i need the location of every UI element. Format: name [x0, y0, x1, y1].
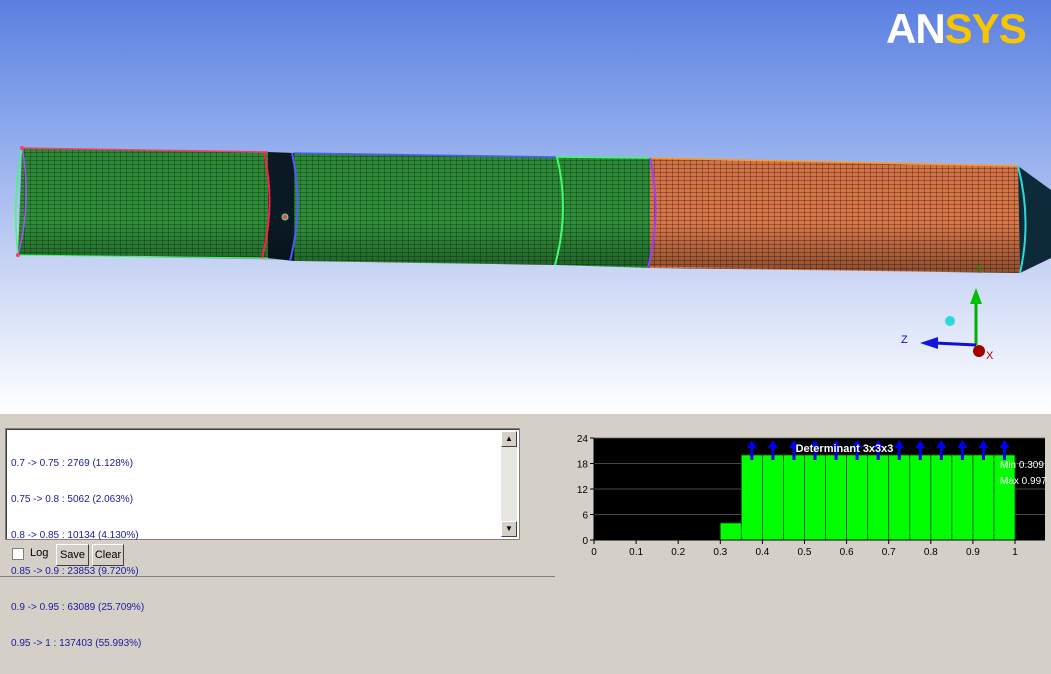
histogram-bar[interactable] — [804, 454, 826, 541]
histogram-bar[interactable] — [825, 454, 847, 541]
log-line: 0.75 -> 0.8 : 5062 (2.063%) — [11, 494, 134, 505]
scroll-up-button[interactable]: ▲ — [501, 431, 517, 447]
histogram-bar[interactable] — [719, 522, 742, 541]
ansys-logo: ANSYS — [886, 4, 1027, 54]
x-tick-label: 0.7 — [882, 547, 896, 558]
log-text-panel[interactable]: 0.7 -> 0.75 : 2769 (1.128%) 0.75 -> 0.8 … — [5, 428, 520, 649]
histogram-panel[interactable]: 0 6 12 18 24 0 0.1 0.2 0.3 0.4 0.5 0.6 0.7 0.8 0.9 1 Det… — [555, 428, 1051, 583]
log-line: 0.7 -> 0.75 : 2769 (1.128%) — [11, 458, 134, 469]
chart-title: Determinant 3x3x3 — [796, 443, 894, 455]
log-checkbox-label: Log — [30, 547, 49, 559]
status-separator — [0, 576, 555, 577]
histogram-bar[interactable] — [972, 454, 995, 541]
histogram-bar[interactable] — [761, 454, 784, 541]
triad-y-label: Y — [976, 264, 984, 276]
histogram-chart[interactable]: 0 6 12 18 24 0 0.1 0.2 0.3 0.4 0.5 0.6 0.7 0.8 0.9 1 Det… — [555, 428, 1051, 583]
y-tick-label: 12 — [577, 485, 589, 496]
y-tick-label: 18 — [577, 460, 589, 471]
x-tick-label: 0 — [591, 547, 597, 558]
x-tick-label: 0.4 — [755, 547, 769, 558]
histogram-bar[interactable] — [740, 454, 763, 541]
histogram-bar[interactable] — [888, 454, 911, 541]
x-tick-label: 0.8 — [924, 547, 938, 558]
panel-divider[interactable] — [0, 413, 1051, 425]
scroll-down-button[interactable]: ▼ — [501, 521, 517, 537]
log-line: 0.8 -> 0.85 : 10134 (4.130%) — [11, 530, 139, 541]
histogram-bar[interactable] — [909, 454, 932, 541]
histogram-bar[interactable] — [846, 454, 869, 541]
x-tick-label: 0.3 — [713, 547, 727, 558]
axis-triad[interactable]: Y Z X — [901, 264, 994, 362]
histogram-bar[interactable] — [951, 454, 974, 541]
graphics-viewport[interactable]: Y Z X ANSYS — [0, 0, 1051, 413]
x-tick-label: 1 — [1012, 547, 1018, 558]
histogram-bar[interactable] — [783, 454, 805, 541]
triad-z-label: Z — [901, 334, 908, 346]
log-line: 0.95 -> 1 : 137403 (55.993%) — [11, 638, 142, 649]
logo-part2: SYS — [944, 5, 1027, 52]
x-tick-label: 0.6 — [840, 547, 854, 558]
log-scrollbar[interactable]: ▲ ▼ — [501, 431, 517, 537]
min-label: Min 0.309 — [1000, 460, 1044, 471]
y-tick-label: 24 — [577, 434, 589, 445]
y-tick-label: 0 — [582, 536, 588, 547]
x-tick-label: 0.9 — [966, 547, 980, 558]
log-checkbox[interactable] — [12, 548, 24, 560]
triad-x-label: X — [986, 350, 994, 362]
log-line: 0.9 -> 0.95 : 63089 (25.709%) — [11, 602, 145, 613]
logo-part1: AN — [886, 5, 946, 52]
max-label: Max 0.997 — [1000, 476, 1047, 487]
x-tick-label: 0.2 — [671, 547, 685, 558]
histogram-bar[interactable] — [867, 454, 890, 541]
clear-button[interactable]: Clear — [92, 544, 124, 566]
x-tick-label: 0.1 — [629, 547, 643, 558]
x-tick-label: 0.5 — [798, 547, 812, 558]
y-tick-label: 6 — [582, 511, 588, 522]
histogram-bar[interactable] — [930, 454, 953, 541]
mesh-view[interactable]: Y Z X — [0, 0, 1051, 413]
save-button[interactable]: Save — [56, 544, 89, 566]
